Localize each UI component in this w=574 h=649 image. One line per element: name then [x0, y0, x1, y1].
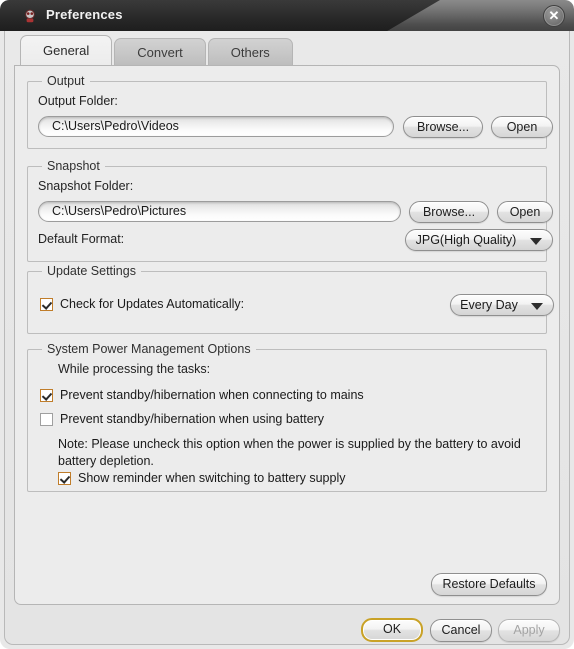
update-check-checkbox[interactable]: [40, 298, 53, 311]
output-browse-button[interactable]: Browse...: [403, 116, 483, 138]
close-icon[interactable]: ✕: [543, 5, 565, 27]
power-intro-text: While processing the tasks:: [58, 362, 211, 376]
update-frequency-combo[interactable]: Every Day: [450, 294, 554, 316]
tab-general[interactable]: General: [20, 35, 113, 65]
group-update-settings: Update Settings Check for Updates Automa…: [27, 264, 554, 334]
window-title: Preferences: [46, 7, 123, 22]
cancel-button[interactable]: Cancel: [430, 619, 492, 642]
snapshot-folder-input[interactable]: C:\Users\Pedro\Pictures: [38, 201, 401, 222]
power-battery-checkbox[interactable]: [40, 413, 53, 426]
output-folder-input[interactable]: C:\Users\Pedro\Videos: [38, 116, 394, 137]
update-frequency-value: Every Day: [460, 298, 518, 312]
tab-bar: General Convert Others: [20, 35, 295, 65]
tab-panel-general: Output Output Folder: C:\Users\Pedro\Vid…: [14, 65, 560, 605]
power-note-text: Note: Please uncheck this option when th…: [58, 437, 521, 468]
tab-convert[interactable]: Convert: [114, 38, 206, 65]
power-battery-label: Prevent standby/hibernation when using b…: [60, 412, 325, 426]
ok-button[interactable]: OK: [361, 618, 423, 642]
snapshot-open-button[interactable]: Open: [497, 201, 553, 223]
group-output-title: Output: [42, 74, 90, 88]
app-icon: [25, 9, 35, 23]
close-glyph: ✕: [548, 8, 560, 23]
restore-defaults-button[interactable]: Restore Defaults: [431, 573, 547, 596]
power-mains-label: Prevent standby/hibernation when connect…: [60, 388, 364, 402]
update-check-label: Check for Updates Automatically:: [60, 297, 245, 311]
group-power-management: System Power Management Options While pr…: [27, 342, 547, 492]
output-folder-label: Output Folder:: [38, 94, 118, 108]
tab-others[interactable]: Others: [207, 38, 293, 65]
group-update-title: Update Settings: [42, 264, 141, 278]
power-mains-checkbox[interactable]: [40, 389, 53, 402]
group-output: Output Output Folder: C:\Users\Pedro\Vid…: [27, 74, 553, 149]
chevron-down-icon: [530, 238, 542, 245]
group-power-title: System Power Management Options: [42, 342, 256, 356]
power-reminder-checkbox[interactable]: [58, 472, 71, 485]
group-snapshot: Snapshot Snapshot Folder: C:\Users\Pedro…: [27, 159, 553, 262]
snapshot-format-label: Default Format:: [38, 232, 125, 246]
chevron-down-icon: [531, 303, 543, 310]
apply-button[interactable]: Apply: [498, 619, 560, 642]
group-snapshot-title: Snapshot: [42, 159, 105, 173]
snapshot-format-value: JPG(High Quality): [415, 233, 517, 247]
preferences-window: Preferences ✕ General Convert Others Out…: [0, 0, 574, 649]
snapshot-browse-button[interactable]: Browse...: [409, 201, 489, 223]
snapshot-folder-label: Snapshot Folder:: [38, 179, 134, 193]
snapshot-format-combo[interactable]: JPG(High Quality): [405, 229, 553, 251]
power-reminder-label: Show reminder when switching to battery …: [78, 471, 346, 485]
title-bar: Preferences ✕: [0, 0, 574, 31]
output-open-button[interactable]: Open: [491, 116, 553, 138]
